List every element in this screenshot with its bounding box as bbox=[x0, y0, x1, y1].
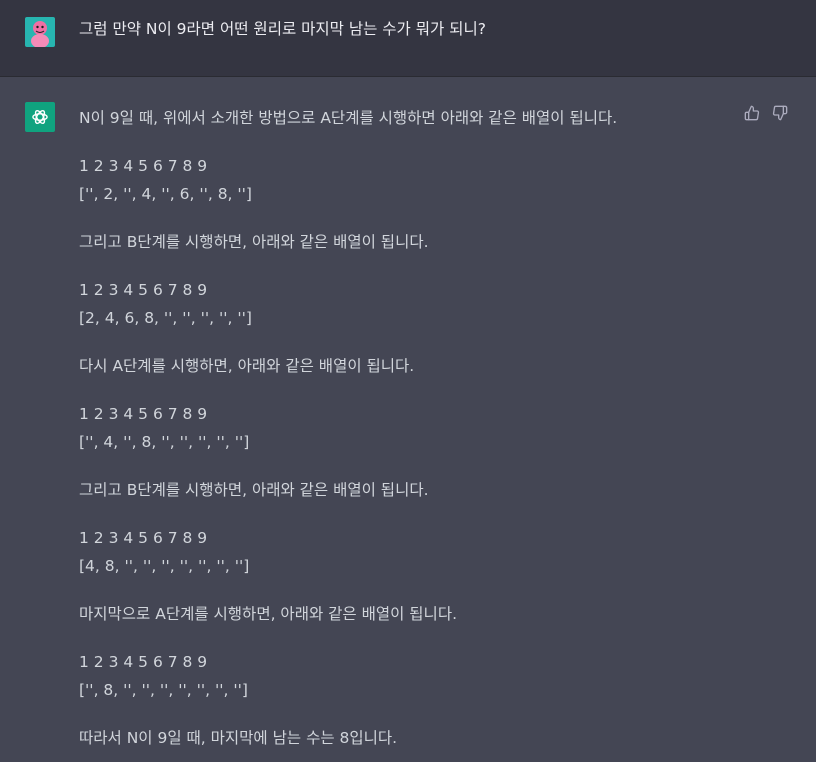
answer-line: [2, 4, 6, 8, '', '', '', '', ''] bbox=[79, 309, 252, 327]
answer-line: 1 2 3 4 5 6 7 8 9 bbox=[79, 157, 208, 175]
answer-line: N이 9일 때, 위에서 소개한 방법으로 A단계를 시행하면 아래와 같은 배… bbox=[79, 109, 618, 127]
answer-line: 그리고 B단계를 시행하면, 아래와 같은 배열이 됩니다. bbox=[79, 233, 429, 251]
answer-line: 따라서 N이 9일 때, 마지막에 남는 수는 8입니다. bbox=[79, 729, 398, 747]
answer-line: 마지막으로 A단계를 시행하면, 아래와 같은 배열이 됩니다. bbox=[79, 605, 458, 623]
answer-line: ['', 2, '', 4, '', 6, '', 8, ''] bbox=[79, 185, 252, 203]
answer-line: 다시 A단계를 시행하면, 아래와 같은 배열이 됩니다. bbox=[79, 357, 415, 375]
answer-line: 1 2 3 4 5 6 7 8 9 bbox=[79, 281, 208, 299]
assistant-avatar bbox=[25, 102, 55, 132]
answer-line: [4, 8, '', '', '', '', '', '', ''] bbox=[79, 557, 250, 575]
answer-line: 1 2 3 4 5 6 7 8 9 bbox=[79, 405, 208, 423]
answer-line: 1 2 3 4 5 6 7 8 9 bbox=[79, 653, 208, 671]
assistant-message-row: N이 9일 때, 위에서 소개한 방법으로 A단계를 시행하면 아래와 같은 배… bbox=[0, 77, 816, 762]
thumbs-down-icon bbox=[772, 105, 788, 121]
answer-line: 1 2 3 4 5 6 7 8 9 bbox=[79, 529, 208, 547]
answer-line: ['', 8, '', '', '', '', '', '', ''] bbox=[79, 681, 248, 699]
thumbs-up-button[interactable] bbox=[743, 104, 761, 122]
assistant-message-text: N이 9일 때, 위에서 소개한 방법으로 A단계를 시행하면 아래와 같은 배… bbox=[79, 104, 729, 752]
user-message-row: 그럼 만약 N이 9라면 어떤 원리로 마지막 남는 수가 뭐가 되니? bbox=[0, 0, 816, 77]
thumbs-down-button[interactable] bbox=[771, 104, 789, 122]
answer-line: 그리고 B단계를 시행하면, 아래와 같은 배열이 됩니다. bbox=[79, 481, 429, 499]
answer-line: ['', 4, '', 8, '', '', '', '', ''] bbox=[79, 433, 250, 451]
user-avatar bbox=[25, 17, 55, 47]
thumbs-up-icon bbox=[744, 105, 760, 121]
chat-thread: 그럼 만약 N이 9라면 어떤 원리로 마지막 남는 수가 뭐가 되니? N이 … bbox=[0, 0, 816, 762]
openai-logo-icon bbox=[32, 109, 48, 125]
user-message-text: 그럼 만약 N이 9라면 어떤 원리로 마지막 남는 수가 뭐가 되니? bbox=[79, 20, 486, 38]
